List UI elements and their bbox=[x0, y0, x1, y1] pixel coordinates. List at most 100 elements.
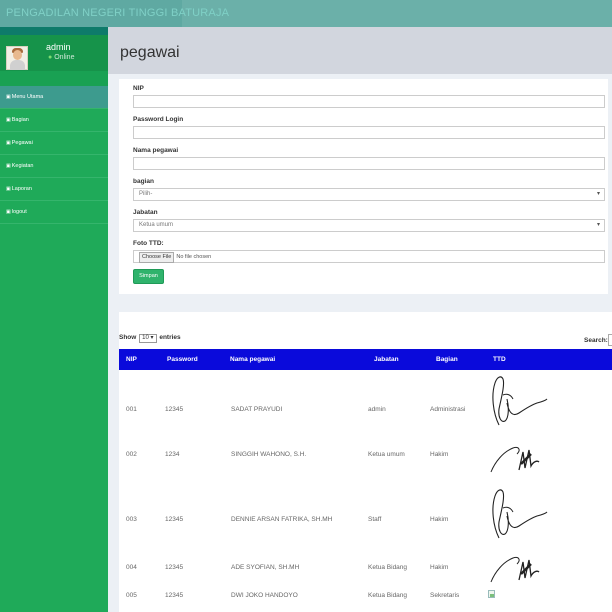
sidebar-menu: ▣Menu Utama ▣Bagian ▣Pegawai ▣Kegiatan ▣… bbox=[0, 86, 108, 224]
cell-password: 12345 bbox=[165, 406, 184, 413]
dropdown-caret-icon: ▾ bbox=[596, 191, 600, 197]
avatar bbox=[6, 46, 28, 70]
nama-input[interactable] bbox=[133, 157, 605, 170]
password-input[interactable] bbox=[133, 126, 605, 139]
signature-image bbox=[492, 489, 548, 539]
dashboard-icon: ▣ bbox=[6, 186, 11, 192]
dashboard-icon: ▣ bbox=[6, 140, 11, 146]
user-name: admin bbox=[46, 42, 71, 52]
col-bagian[interactable]: Bagian bbox=[436, 349, 458, 370]
sidebar-item-label: Pegawai bbox=[11, 140, 33, 146]
broken-image-icon bbox=[488, 590, 495, 598]
col-nama-pegawai[interactable]: Nama pegawai bbox=[230, 349, 275, 370]
jabatan-select[interactable]: Ketua umum ▾ bbox=[133, 219, 605, 232]
cell-nama: DWI JOKO HANDOYO bbox=[231, 592, 298, 599]
navbar-right bbox=[182, 0, 612, 27]
entries-value: 10 bbox=[142, 335, 149, 341]
cell-nip: 001 bbox=[126, 406, 137, 413]
app-brand[interactable]: PENGADILAN NEGERI TINGGI BATURAJA bbox=[6, 7, 229, 19]
cell-bagian: Sekretaris bbox=[430, 592, 460, 599]
file-status: No file chosen bbox=[176, 254, 212, 260]
cell-bagian: Hakim bbox=[430, 451, 449, 458]
nama-label: Nama pegawai bbox=[133, 147, 179, 154]
signature-image bbox=[490, 447, 540, 473]
sidebar-item-laporan[interactable]: ▣Laporan bbox=[0, 178, 108, 201]
search-input[interactable] bbox=[608, 334, 612, 346]
content-header: pegawai bbox=[108, 27, 612, 74]
user-panel: admin ● Online bbox=[0, 35, 108, 71]
show-entries-control: Show 10 ▾ entries bbox=[119, 334, 181, 343]
sidebar-item-logout[interactable]: ▣logout bbox=[0, 201, 108, 224]
table-row: 004 12345 ADE SYOFIAN, SH.MH Ketua Bidan… bbox=[119, 546, 612, 586]
nip-label: NIP bbox=[133, 85, 144, 92]
signature-image bbox=[492, 376, 548, 426]
sidebar-item-bagian[interactable]: ▣Bagian bbox=[0, 109, 108, 132]
dropdown-caret-icon: ▾ bbox=[596, 222, 600, 228]
table-row: 001 12345 SADAT PRAYUDI admin Administra… bbox=[119, 370, 612, 432]
sidebar-item-pegawai[interactable]: ▣Pegawai bbox=[0, 132, 108, 155]
user-status: ● Online bbox=[48, 54, 74, 61]
cell-jabatan: Staff bbox=[368, 516, 382, 523]
dashboard-icon: ▣ bbox=[6, 163, 11, 169]
employee-form: NIP Password Login Nama pegawai bagian P… bbox=[119, 79, 608, 294]
simpan-button[interactable]: Simpan bbox=[133, 269, 164, 284]
sidebar-top-strip bbox=[0, 27, 108, 35]
top-navbar: PENGADILAN NEGERI TINGGI BATURAJA bbox=[0, 0, 612, 27]
bagian-label: bagian bbox=[133, 178, 154, 185]
bagian-select[interactable]: Pilih- ▾ bbox=[133, 188, 605, 201]
cell-nip: 003 bbox=[126, 516, 137, 523]
sidebar-item-kegiatan[interactable]: ▣Kegiatan bbox=[0, 155, 108, 178]
col-ttd[interactable]: TTD bbox=[493, 349, 506, 370]
dashboard-icon: ▣ bbox=[6, 209, 11, 215]
sidebar-item-label: Kegiatan bbox=[11, 163, 34, 169]
col-nip[interactable]: NIP bbox=[126, 349, 137, 370]
bagian-selected: Pilih- bbox=[139, 191, 153, 197]
signature-image bbox=[490, 557, 540, 583]
sidebar-item-label: Laporan bbox=[11, 186, 32, 192]
cell-password: 12345 bbox=[165, 592, 184, 599]
jabatan-selected: Ketua umum bbox=[139, 222, 174, 228]
cell-nama: ADE SYOFIAN, SH.MH bbox=[231, 564, 300, 571]
table-row: 005 12345 DWI JOKO HANDOYO Ketua Bidang … bbox=[119, 586, 612, 608]
cell-nip: 005 bbox=[126, 592, 137, 599]
show-label: Show bbox=[119, 334, 137, 341]
sidebar-item-label: Menu Utama bbox=[11, 94, 44, 100]
table-header: NIP Password Nama pegawai Jabatan Bagian… bbox=[119, 349, 612, 370]
cell-jabatan: Ketua umum bbox=[368, 451, 405, 458]
col-jabatan[interactable]: Jabatan bbox=[374, 349, 399, 370]
cell-jabatan: Ketua Bidang bbox=[368, 564, 408, 571]
cell-bagian: Hakim bbox=[430, 516, 449, 523]
main-content: pegawai NIP Password Login Nama pegawai … bbox=[108, 27, 612, 612]
jabatan-label: Jabatan bbox=[133, 209, 158, 216]
cell-bagian: Administrasi bbox=[430, 406, 466, 413]
cell-jabatan: admin bbox=[368, 406, 386, 413]
page-title: pegawai bbox=[120, 44, 180, 61]
cell-nama: SINGGIH WAHONO, S.H. bbox=[231, 451, 307, 458]
sidebar-item-menu-utama[interactable]: ▣Menu Utama bbox=[0, 86, 108, 109]
cell-jabatan: Ketua Bidang bbox=[368, 592, 408, 599]
cell-nip: 004 bbox=[126, 564, 137, 571]
cell-password: 12345 bbox=[165, 516, 184, 523]
cell-password: 12345 bbox=[165, 564, 184, 571]
choose-file-button[interactable]: Choose File bbox=[139, 252, 175, 263]
cell-nip: 002 bbox=[126, 451, 137, 458]
dashboard-icon: ▣ bbox=[6, 117, 11, 123]
sidebar: admin ● Online ▣Menu Utama ▣Bagian ▣Pegaw… bbox=[0, 27, 108, 612]
dashboard-icon: ▣ bbox=[6, 94, 11, 100]
sidebar-item-label: logout bbox=[11, 209, 27, 215]
sidebar-item-label: Bagian bbox=[11, 117, 29, 123]
user-status-label: Online bbox=[54, 54, 75, 61]
cell-nama: SADAT PRAYUDI bbox=[231, 406, 283, 413]
cell-password: 1234 bbox=[165, 451, 180, 458]
entries-select[interactable]: 10 ▾ bbox=[139, 334, 157, 343]
foto-file-input: Choose File No file chosen bbox=[133, 250, 605, 263]
search-label: Search: bbox=[584, 337, 608, 344]
nip-input[interactable] bbox=[133, 95, 605, 108]
employee-table-section: Show 10 ▾ entries Search: NIP Password N… bbox=[119, 312, 612, 612]
cell-nama: DENNIE ARSAN FATRIKA, SH.MH bbox=[231, 516, 333, 523]
entries-label: entries bbox=[159, 334, 181, 341]
cell-bagian: Hakim bbox=[430, 564, 449, 571]
online-dot-icon: ● bbox=[48, 54, 53, 61]
table-row: 003 12345 DENNIE ARSAN FATRIKA, SH.MH St… bbox=[119, 484, 612, 546]
col-password[interactable]: Password bbox=[167, 349, 198, 370]
